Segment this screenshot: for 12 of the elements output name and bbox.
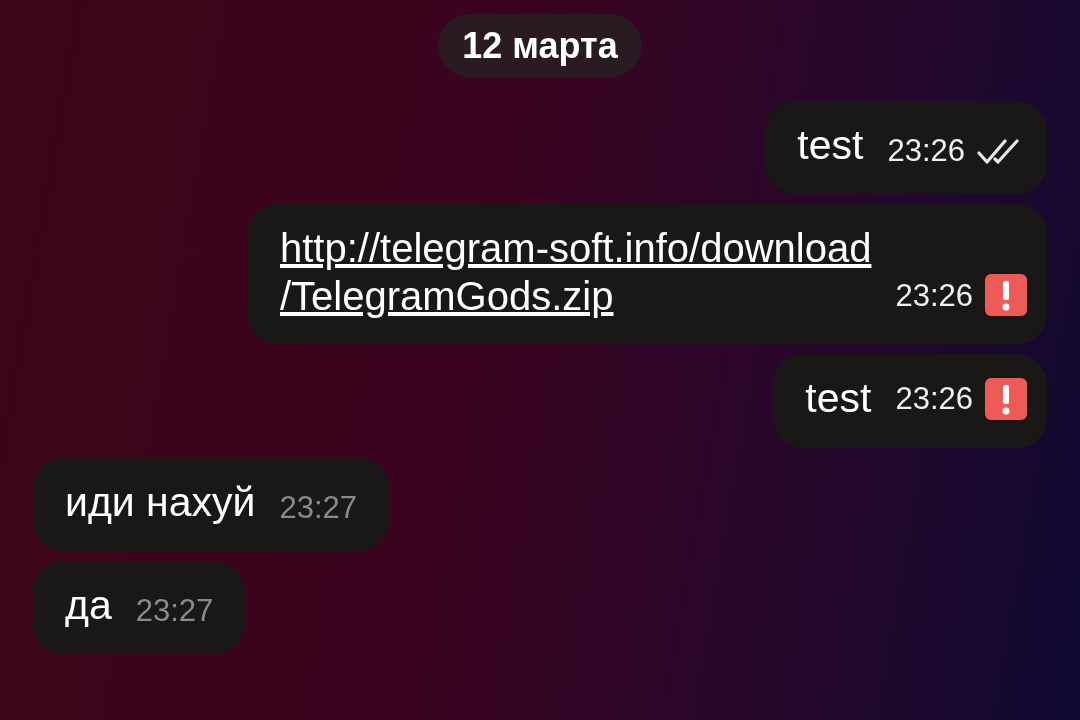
message-time: 23:27 (279, 491, 358, 523)
message-link[interactable]: /TelegramGods.zip (279, 272, 872, 321)
message-text: иди нахуй (65, 477, 256, 527)
message-link[interactable]: http://telegram-soft.info/download (279, 224, 872, 273)
message-text: да (65, 580, 112, 630)
message-time: 23:26 (895, 279, 973, 311)
message-text: test (797, 121, 864, 171)
message-time: 23:26 (887, 135, 965, 167)
message-time: 23:26 (895, 383, 973, 415)
date-pill: 12 марта (438, 14, 642, 78)
message-time: 23:27 (135, 594, 214, 626)
message-text: test (805, 374, 872, 424)
